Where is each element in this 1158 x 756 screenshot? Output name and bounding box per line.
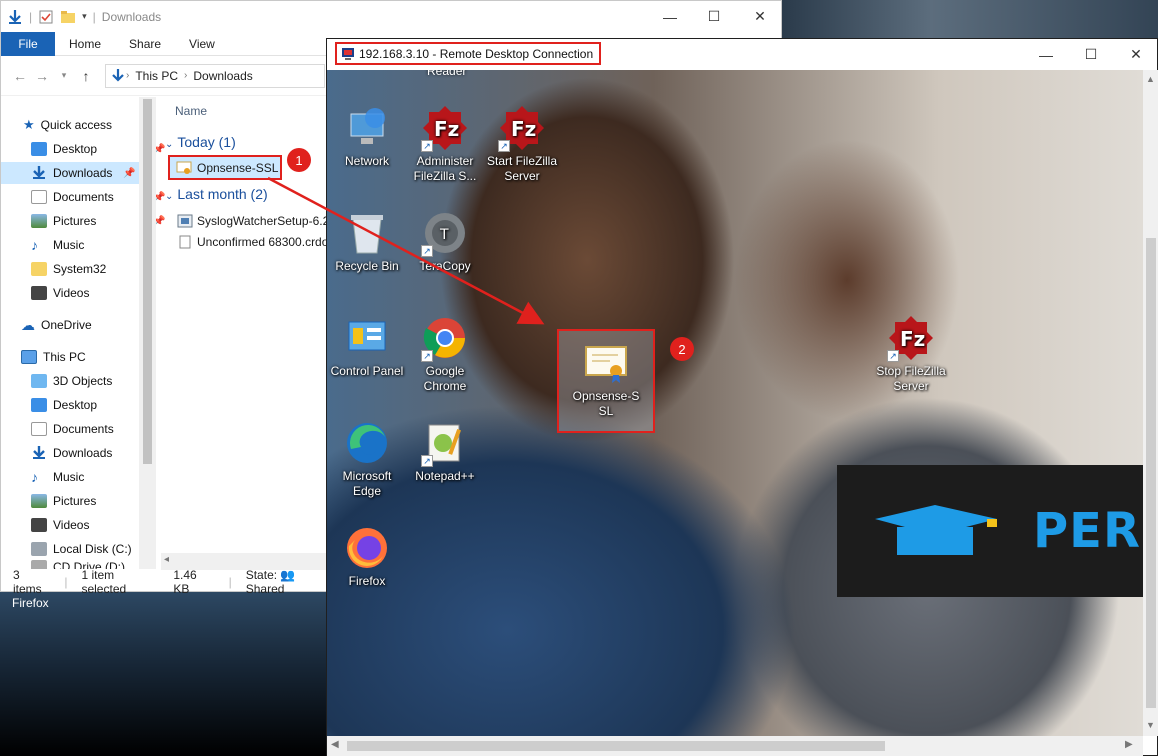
step-badge-2: 2 (670, 337, 694, 361)
step-badge-1: 1 (287, 148, 311, 172)
annotation-arrow (267, 176, 545, 325)
